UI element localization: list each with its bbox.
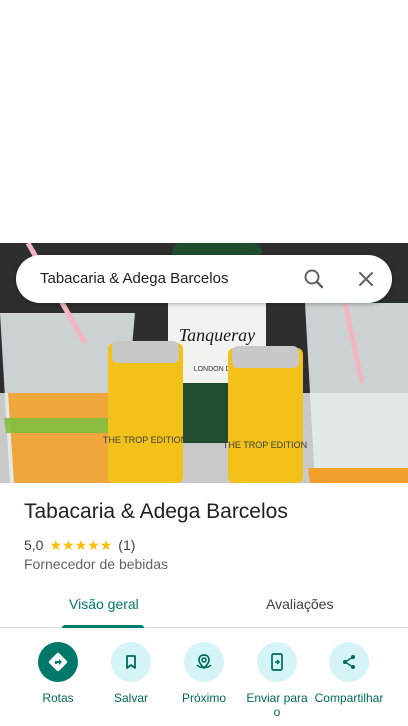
send-to-phone-label: Enviar para o [246, 691, 308, 719]
star-icon: ★ [87, 537, 100, 553]
active-tab-indicator [62, 625, 144, 628]
nearby-button[interactable]: Próximo [164, 640, 244, 705]
share-icon[interactable] [329, 642, 369, 682]
close-icon[interactable] [354, 267, 378, 291]
share-button[interactable]: Compartilhar [309, 640, 389, 705]
can-label-right: THE TROP EDITION [223, 440, 307, 450]
search-input[interactable]: Tabacaria & Adega Barcelos [40, 270, 228, 287]
review-count[interactable]: (1) [118, 537, 135, 553]
directions-label: Rotas [42, 691, 74, 705]
send-to-phone-icon[interactable] [257, 642, 297, 682]
tab-overview[interactable]: Visão geral [69, 596, 139, 612]
star-icon: ★ [49, 537, 63, 553]
star-icon: ★ [99, 537, 113, 553]
tab-reviews[interactable]: Avaliações [266, 596, 333, 612]
send-to-phone-button[interactable]: Enviar para o [237, 640, 317, 719]
save-label: Salvar [113, 691, 148, 705]
map-area[interactable] [0, 0, 408, 243]
tab-bar: Visão geral Avaliações [0, 583, 408, 628]
place-title: Tabacaria & Adega Barcelos [24, 500, 288, 523]
share-label: Compartilhar [314, 691, 384, 705]
directions-button[interactable]: Rotas [18, 640, 98, 705]
search-bar[interactable]: Tabacaria & Adega Barcelos [16, 255, 392, 303]
bookmark-icon[interactable] [111, 642, 151, 682]
directions-icon[interactable] [38, 642, 78, 682]
action-bar: Rotas Salvar Próximo Enviar para o Compa… [0, 640, 408, 726]
bottle-label: Tanqueray [179, 325, 255, 345]
can-label-left: THE TROP EDITION [103, 435, 187, 445]
rating-stars: ★ ★ ★ ★ ★ [49, 538, 112, 552]
nearby-icon[interactable] [184, 642, 224, 682]
rating-value: 5,0 [24, 537, 44, 553]
rating-row[interactable]: 5,0 ★ ★ ★ ★ ★ (1) [24, 536, 135, 554]
place-category: Fornecedor de bebidas [24, 556, 168, 572]
star-icon: ★ [62, 537, 75, 553]
save-button[interactable]: Salvar [91, 640, 171, 705]
star-icon: ★ [74, 537, 88, 553]
search-icon[interactable] [302, 267, 326, 291]
nearby-label: Próximo [181, 691, 226, 705]
